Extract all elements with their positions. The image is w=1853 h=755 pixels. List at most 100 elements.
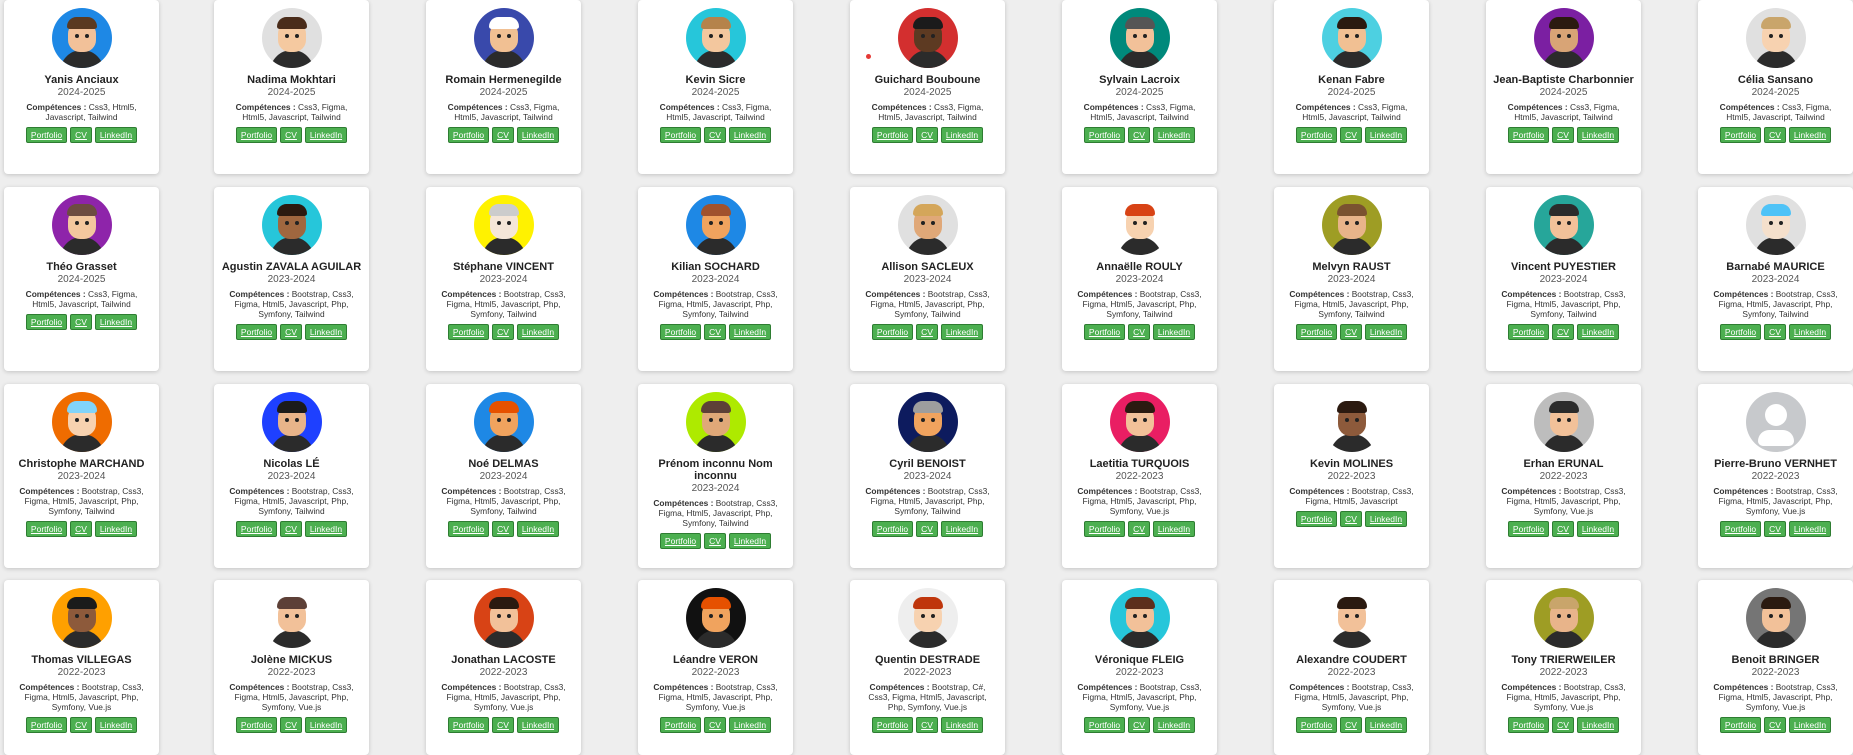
cv-button[interactable]: CV [492,717,514,733]
linkedin-button[interactable]: LinkedIn [1152,127,1196,143]
cv-button[interactable]: CV [1128,324,1150,340]
cv-button[interactable]: CV [1764,324,1786,340]
portfolio-button[interactable]: Portfolio [1295,511,1338,527]
cv-button[interactable]: CV [1552,127,1574,143]
cv-button[interactable]: CV [916,521,938,537]
linkedin-button[interactable]: LinkedIn [516,324,560,340]
portfolio-button[interactable]: Portfolio [659,717,702,733]
portfolio-button[interactable]: Portfolio [1719,717,1762,733]
linkedin-button[interactable]: LinkedIn [728,127,772,143]
portfolio-button[interactable]: Portfolio [1083,324,1126,340]
linkedin-button[interactable]: LinkedIn [728,533,772,549]
portfolio-button[interactable]: Portfolio [659,324,702,340]
cv-button[interactable]: CV [1128,127,1150,143]
portfolio-button[interactable]: Portfolio [1083,127,1126,143]
portfolio-button[interactable]: Portfolio [235,127,278,143]
linkedin-button[interactable]: LinkedIn [516,521,560,537]
cv-button[interactable]: CV [70,127,92,143]
portfolio-button[interactable]: Portfolio [659,533,702,549]
linkedin-button[interactable]: LinkedIn [1788,324,1832,340]
linkedin-button[interactable]: LinkedIn [1576,324,1620,340]
linkedin-button[interactable]: LinkedIn [304,324,348,340]
portfolio-button[interactable]: Portfolio [1295,324,1338,340]
cv-button[interactable]: CV [916,127,938,143]
portfolio-button[interactable]: Portfolio [25,521,68,537]
portfolio-button[interactable]: Portfolio [1083,717,1126,733]
linkedin-button[interactable]: LinkedIn [1576,717,1620,733]
portfolio-button[interactable]: Portfolio [871,324,914,340]
linkedin-button[interactable]: LinkedIn [940,717,984,733]
cv-button[interactable]: CV [1128,521,1150,537]
portfolio-button[interactable]: Portfolio [1719,521,1762,537]
portfolio-button[interactable]: Portfolio [25,127,68,143]
cv-button[interactable]: CV [916,324,938,340]
cv-button[interactable]: CV [704,533,726,549]
portfolio-button[interactable]: Portfolio [447,324,490,340]
linkedin-button[interactable]: LinkedIn [1152,324,1196,340]
cv-button[interactable]: CV [280,127,302,143]
linkedin-button[interactable]: LinkedIn [304,717,348,733]
portfolio-button[interactable]: Portfolio [447,127,490,143]
cv-button[interactable]: CV [280,324,302,340]
cv-button[interactable]: CV [1340,127,1362,143]
linkedin-button[interactable]: LinkedIn [1788,717,1832,733]
cv-button[interactable]: CV [70,314,92,330]
linkedin-button[interactable]: LinkedIn [1788,521,1832,537]
linkedin-button[interactable]: LinkedIn [94,127,138,143]
cv-button[interactable]: CV [70,717,92,733]
cv-button[interactable]: CV [1764,127,1786,143]
cv-button[interactable]: CV [1764,521,1786,537]
linkedin-button[interactable]: LinkedIn [728,324,772,340]
linkedin-button[interactable]: LinkedIn [1364,717,1408,733]
cv-button[interactable]: CV [704,717,726,733]
cv-button[interactable]: CV [70,521,92,537]
portfolio-button[interactable]: Portfolio [1507,521,1550,537]
linkedin-button[interactable]: LinkedIn [304,521,348,537]
portfolio-button[interactable]: Portfolio [659,127,702,143]
linkedin-button[interactable]: LinkedIn [304,127,348,143]
cv-button[interactable]: CV [704,324,726,340]
linkedin-button[interactable]: LinkedIn [940,521,984,537]
cv-button[interactable]: CV [704,127,726,143]
portfolio-button[interactable]: Portfolio [1507,324,1550,340]
linkedin-button[interactable]: LinkedIn [1152,717,1196,733]
linkedin-button[interactable]: LinkedIn [1788,127,1832,143]
linkedin-button[interactable]: LinkedIn [1152,521,1196,537]
linkedin-button[interactable]: LinkedIn [940,127,984,143]
cv-button[interactable]: CV [280,717,302,733]
portfolio-button[interactable]: Portfolio [447,521,490,537]
linkedin-button[interactable]: LinkedIn [1576,127,1620,143]
cv-button[interactable]: CV [1340,324,1362,340]
portfolio-button[interactable]: Portfolio [25,314,68,330]
cv-button[interactable]: CV [1764,717,1786,733]
linkedin-button[interactable]: LinkedIn [94,521,138,537]
cv-button[interactable]: CV [280,521,302,537]
cv-button[interactable]: CV [492,521,514,537]
portfolio-button[interactable]: Portfolio [1295,717,1338,733]
portfolio-button[interactable]: Portfolio [235,717,278,733]
linkedin-button[interactable]: LinkedIn [1364,324,1408,340]
linkedin-button[interactable]: LinkedIn [94,314,138,330]
cv-button[interactable]: CV [1340,511,1362,527]
cv-button[interactable]: CV [1340,717,1362,733]
cv-button[interactable]: CV [492,324,514,340]
linkedin-button[interactable]: LinkedIn [1364,511,1408,527]
cv-button[interactable]: CV [916,717,938,733]
linkedin-button[interactable]: LinkedIn [516,717,560,733]
portfolio-button[interactable]: Portfolio [1507,717,1550,733]
linkedin-button[interactable]: LinkedIn [1576,521,1620,537]
portfolio-button[interactable]: Portfolio [871,127,914,143]
portfolio-button[interactable]: Portfolio [1295,127,1338,143]
portfolio-button[interactable]: Portfolio [1507,127,1550,143]
portfolio-button[interactable]: Portfolio [235,521,278,537]
linkedin-button[interactable]: LinkedIn [94,717,138,733]
cv-button[interactable]: CV [1128,717,1150,733]
linkedin-button[interactable]: LinkedIn [1364,127,1408,143]
cv-button[interactable]: CV [1552,324,1574,340]
portfolio-button[interactable]: Portfolio [1083,521,1126,537]
portfolio-button[interactable]: Portfolio [871,521,914,537]
cv-button[interactable]: CV [1552,521,1574,537]
portfolio-button[interactable]: Portfolio [447,717,490,733]
portfolio-button[interactable]: Portfolio [25,717,68,733]
cv-button[interactable]: CV [1552,717,1574,733]
